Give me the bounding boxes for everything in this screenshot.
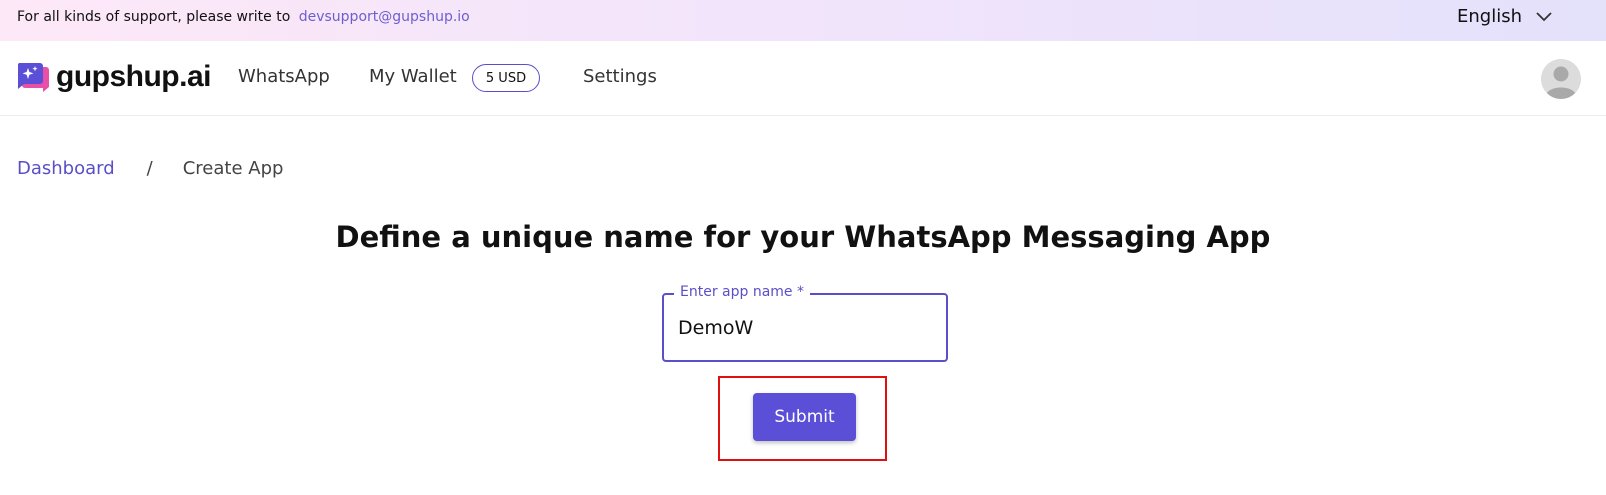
- app-name-field: Enter app name *: [662, 284, 948, 362]
- logo[interactable]: gupshup.ai: [16, 60, 212, 93]
- support-bar: For all kinds of support, please write t…: [0, 0, 1606, 41]
- page-title: Define a unique name for your WhatsApp M…: [335, 220, 1271, 254]
- main-navbar: gupshup.ai WhatsApp My Wallet 5 USD Sett…: [0, 41, 1606, 116]
- support-message: For all kinds of support, please write t…: [17, 9, 470, 25]
- breadcrumb-current: Create App: [182, 158, 284, 179]
- chat-bubble-sparkle-icon: [17, 63, 49, 92]
- breadcrumb-dashboard-link[interactable]: Dashboard: [17, 158, 115, 179]
- nav-item-whatsapp[interactable]: WhatsApp: [238, 66, 330, 87]
- breadcrumb-separator: /: [146, 158, 153, 179]
- language-selector[interactable]: English: [1457, 6, 1552, 27]
- submit-button[interactable]: Submit: [753, 393, 856, 441]
- language-label: English: [1457, 6, 1522, 27]
- app-name-label: Enter app name *: [674, 284, 810, 300]
- nav-item-my-wallet[interactable]: My Wallet: [369, 66, 457, 87]
- logo-wordmark: gupshup.ai: [56, 60, 212, 93]
- wallet-balance-badge[interactable]: 5 USD: [472, 64, 540, 92]
- nav-item-settings[interactable]: Settings: [583, 66, 657, 87]
- chevron-down-icon: [1536, 11, 1552, 21]
- user-avatar-icon: [1541, 59, 1581, 99]
- user-avatar[interactable]: [1541, 59, 1581, 99]
- support-text: For all kinds of support, please write t…: [17, 9, 291, 25]
- breadcrumb: Dashboard / Create App: [17, 158, 283, 179]
- support-email-link[interactable]: devsupport@gupshup.io: [299, 9, 470, 25]
- app-name-input[interactable]: [678, 315, 928, 341]
